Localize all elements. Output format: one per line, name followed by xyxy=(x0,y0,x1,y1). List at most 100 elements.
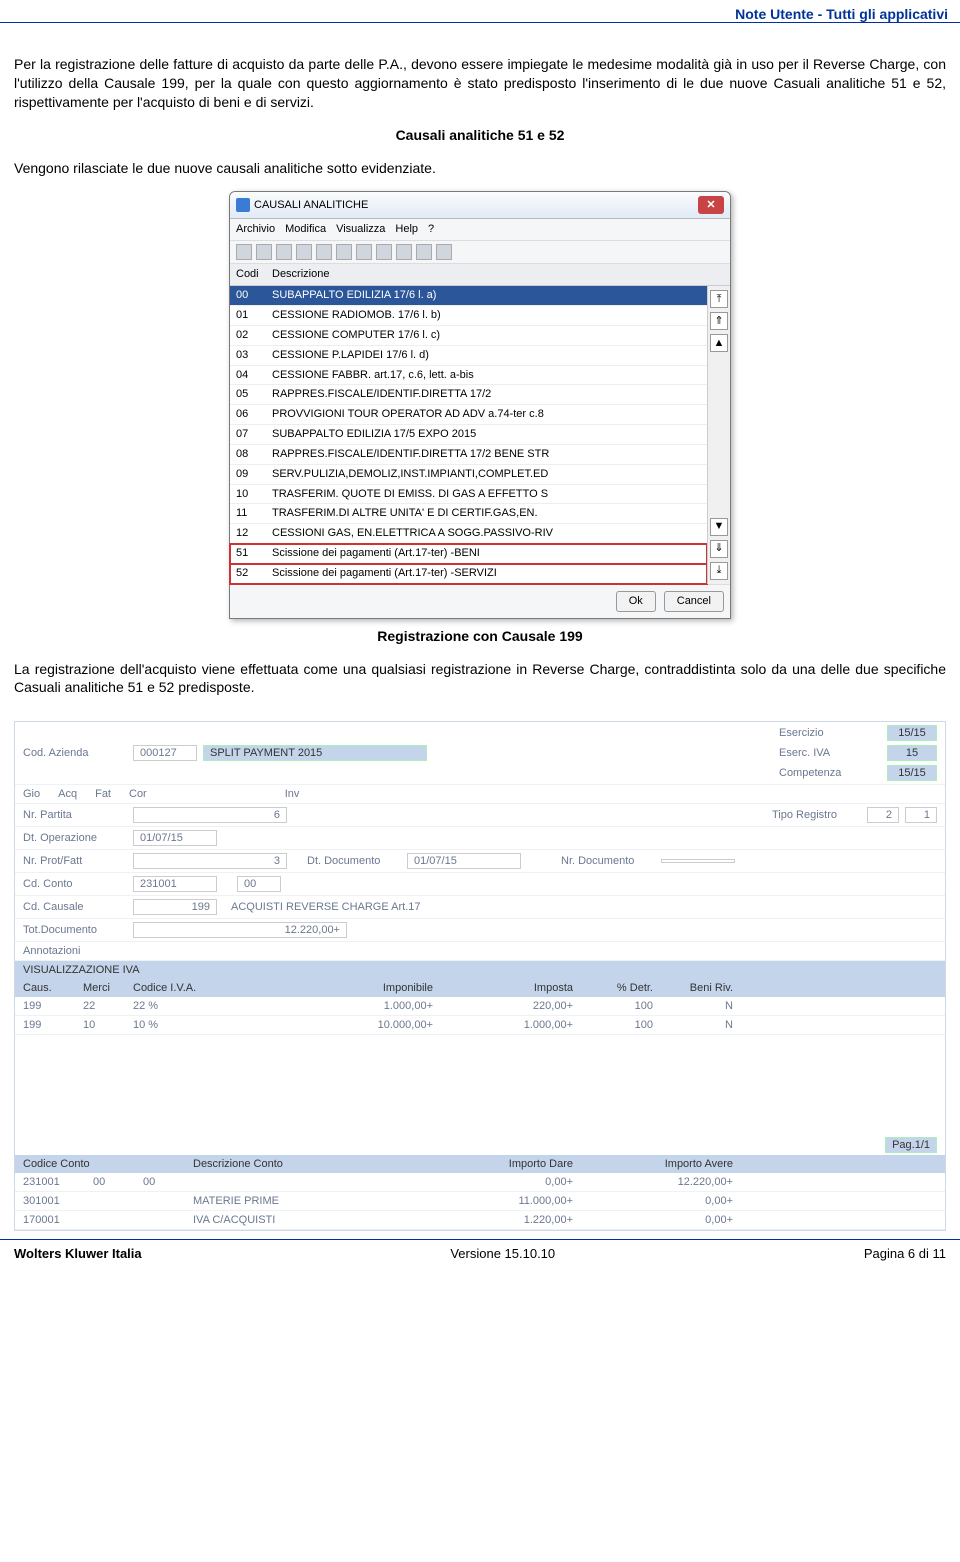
toolbar-icon[interactable] xyxy=(296,244,312,260)
list-item[interactable]: 00SUBAPPALTO EDILIZIA 17/6 l. a) xyxy=(230,286,707,306)
lbl-competenza: Competenza xyxy=(779,767,879,779)
page-header: Note Utente - Tutti gli applicativi xyxy=(0,0,960,23)
lbl-tot-documento: Tot.Documento xyxy=(23,924,133,936)
menu-help[interactable]: Help xyxy=(395,222,418,237)
val-esercizio[interactable]: 15/15 xyxy=(887,725,937,741)
menubar: Archivio Modifica Visualizza Help ? xyxy=(230,219,730,241)
listbox: 00SUBAPPALTO EDILIZIA 17/6 l. a)01CESSIO… xyxy=(230,286,730,584)
toolbar-icon[interactable] xyxy=(436,244,452,260)
footer-left: Wolters Kluwer Italia xyxy=(14,1246,142,1261)
val-tiporeg-1[interactable]: 2 xyxy=(867,807,899,823)
list-item[interactable]: 12CESSIONI GAS, EN.ELETTRICA A SOGG.PASS… xyxy=(230,524,707,544)
val-cd-conto-1[interactable]: 231001 xyxy=(133,876,217,892)
val-dt-operazione[interactable]: 01/07/15 xyxy=(133,830,217,846)
list-item[interactable]: 52Scissione dei pagamenti (Art.17-ter) -… xyxy=(230,564,707,584)
lbl-annotazioni: Annotazioni xyxy=(23,945,133,957)
col-beni-riv: Beni Riv. xyxy=(653,982,733,994)
scroll-up-icon[interactable]: ▲ xyxy=(710,334,728,352)
lbl-dt-operazione: Dt. Operazione xyxy=(23,832,133,844)
lbl-cor: Cor xyxy=(129,788,147,800)
val-tiporeg-2[interactable]: 1 xyxy=(905,807,937,823)
lbl-gio: Gio xyxy=(23,788,40,800)
iva-rows: 1992222 %1.000,00+220,00+100N1991010 %10… xyxy=(15,997,945,1035)
lbl-inv: Inv xyxy=(285,788,300,800)
col-codice-conto: Codice Conto xyxy=(23,1158,93,1170)
toolbar-icon[interactable] xyxy=(416,244,432,260)
toolbar-icon[interactable] xyxy=(276,244,292,260)
val-cod-azienda-desc: SPLIT PAYMENT 2015 xyxy=(203,745,427,761)
scroll-first-icon[interactable]: ⤒ xyxy=(710,290,728,308)
lbl-cod-azienda: Cod. Azienda xyxy=(23,747,133,759)
val-tot-documento[interactable]: 12.220,00+ xyxy=(133,922,347,938)
list-item[interactable]: 07SUBAPPALTO EDILIZIA 17/5 EXPO 2015 xyxy=(230,425,707,445)
val-cd-conto-2[interactable]: 00 xyxy=(237,876,281,892)
lbl-fat: Fat xyxy=(95,788,111,800)
row-gio: Gio Acq Fat Cor Inv xyxy=(15,785,945,804)
menu-question[interactable]: ? xyxy=(428,222,434,237)
menu-visualizza[interactable]: Visualizza xyxy=(336,222,385,237)
heading-causali: Causali analitiche 51 e 52 xyxy=(14,126,946,145)
toolbar-icon[interactable] xyxy=(396,244,412,260)
toolbar-icon[interactable] xyxy=(376,244,392,260)
button-row: Ok Cancel xyxy=(230,584,730,618)
list-item[interactable]: 08RAPPRES.FISCALE/IDENTIF.DIRETTA 17/2 B… xyxy=(230,445,707,465)
list-item[interactable]: 04CESSIONE FABBR. art.17, c.6, lett. a-b… xyxy=(230,366,707,386)
list-item[interactable]: 05RAPPRES.FISCALE/IDENTIF.DIRETTA 17/2 xyxy=(230,385,707,405)
list-item[interactable]: 11TRASFERIM.DI ALTRE UNITA' E DI CERTIF.… xyxy=(230,504,707,524)
window-title: CAUSALI ANALITICHE xyxy=(254,198,368,213)
footer-right: Pagina 6 di 11 xyxy=(864,1246,946,1261)
scrollbar[interactable]: ⤒ ⇑ ▲ ▼ ⇓ ⤓ xyxy=(707,286,730,584)
scroll-last-icon[interactable]: ⤓ xyxy=(710,562,728,580)
list-item[interactable]: 03CESSIONE P.LAPIDEI 17/6 l. d) xyxy=(230,346,707,366)
toolbar-icon[interactable] xyxy=(256,244,272,260)
iva-row: 1992222 %1.000,00+220,00+100N xyxy=(15,997,945,1016)
val-nr-prot[interactable]: 3 xyxy=(133,853,287,869)
col-importo-avere: Importo Avere xyxy=(573,1158,733,1170)
paragraph-1: Per la registrazione delle fatture di ac… xyxy=(14,55,946,112)
ok-button[interactable]: Ok xyxy=(616,591,656,612)
list-item[interactable]: 01CESSIONE RADIOMOB. 17/6 l. b) xyxy=(230,306,707,326)
iva-header: Caus. Merci Codice I.V.A. Imponibile Imp… xyxy=(15,979,945,997)
window-causali: CAUSALI ANALITICHE ✕ Archivio Modifica V… xyxy=(229,191,731,618)
scroll-down-icon[interactable]: ▼ xyxy=(710,518,728,536)
lbl-nr-prot: Nr. Prot/Fatt xyxy=(23,855,133,867)
val-cd-causale-desc: ACQUISTI REVERSE CHARGE Art.17 xyxy=(231,901,421,913)
conto-header: Codice Conto Descrizione Conto Importo D… xyxy=(15,1155,945,1173)
cancel-button[interactable]: Cancel xyxy=(664,591,724,612)
toolbar-icon[interactable] xyxy=(336,244,352,260)
rows-host: 00SUBAPPALTO EDILIZIA 17/6 l. a)01CESSIO… xyxy=(230,286,707,584)
lbl-eserc-iva: Eserc. IVA xyxy=(779,747,879,759)
content: Per la registrazione delle fatture di ac… xyxy=(0,23,960,721)
toolbar-icon[interactable] xyxy=(236,244,252,260)
lbl-dt-documento: Dt. Documento xyxy=(307,855,407,867)
scroll-pgup-icon[interactable]: ⇑ xyxy=(710,312,728,330)
paragraph-3: La registrazione dell'acquisto viene eff… xyxy=(14,660,946,698)
list-header: Codi Descrizione xyxy=(230,264,730,286)
val-cd-causale[interactable]: 199 xyxy=(133,899,217,915)
heading-registrazione: Registrazione con Causale 199 xyxy=(14,627,946,646)
lbl-esercizio: Esercizio xyxy=(779,727,879,739)
conto-rows: 23100100000,00+12.220,00+301001MATERIE P… xyxy=(15,1173,945,1230)
val-nr-partita[interactable]: 6 xyxy=(133,807,287,823)
list-item[interactable]: 09SERV.PULIZIA,DEMOLIZ,INST.IMPIANTI,COM… xyxy=(230,465,707,485)
list-item[interactable]: 06PROVVIGIONI TOUR OPERATOR AD ADV a.74-… xyxy=(230,405,707,425)
col-descrizione-conto: Descrizione Conto xyxy=(193,1158,393,1170)
menu-archivio[interactable]: Archivio xyxy=(236,222,275,237)
toolbar-icon[interactable] xyxy=(316,244,332,260)
lbl-acq: Acq xyxy=(58,788,77,800)
val-nr-documento[interactable] xyxy=(661,859,735,863)
toolbar-icon[interactable] xyxy=(356,244,372,260)
list-item[interactable]: 02CESSIONE COMPUTER 17/6 l. c) xyxy=(230,326,707,346)
val-cod-azienda[interactable]: 000127 xyxy=(133,745,197,761)
val-dt-documento[interactable]: 01/07/15 xyxy=(407,853,521,869)
list-item[interactable]: 51Scissione dei pagamenti (Art.17-ter) -… xyxy=(230,544,707,564)
list-item[interactable]: 10TRASFERIM. QUOTE DI EMISS. DI GAS A EF… xyxy=(230,485,707,505)
col-codi: Codi xyxy=(236,267,272,282)
val-competenza[interactable]: 15/15 xyxy=(887,765,937,781)
scroll-pgdn-icon[interactable]: ⇓ xyxy=(710,540,728,558)
val-eserc-iva[interactable]: 15 xyxy=(887,745,937,761)
menu-modifica[interactable]: Modifica xyxy=(285,222,326,237)
close-icon[interactable]: ✕ xyxy=(698,196,724,214)
col-desc: Descrizione xyxy=(272,267,724,282)
toolbar xyxy=(230,241,730,264)
